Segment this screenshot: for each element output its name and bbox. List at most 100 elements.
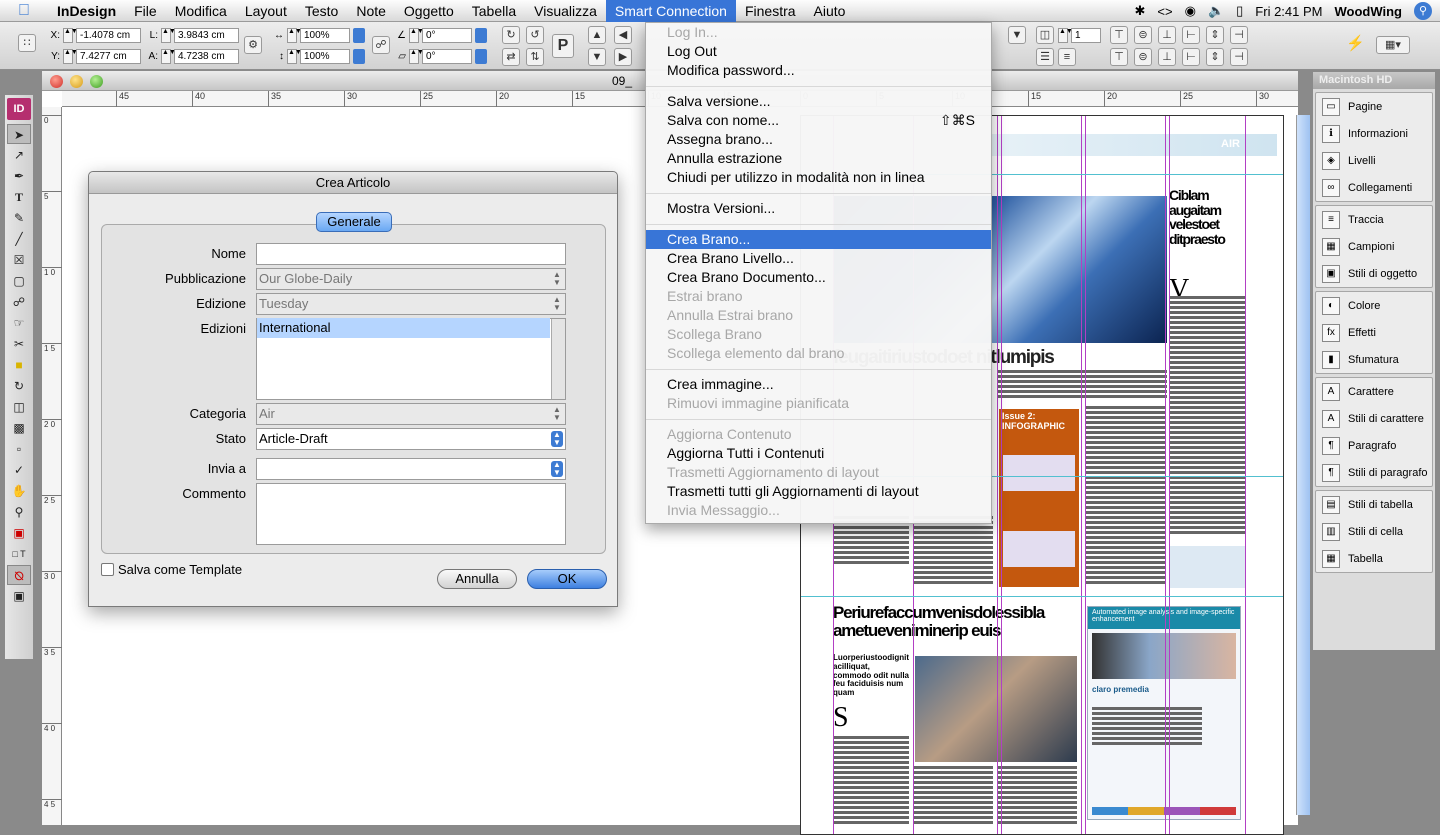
select-container-icon[interactable]: ▲ xyxy=(588,26,606,44)
panel-item[interactable]: ▦ Campioni xyxy=(1316,233,1432,260)
panel-item[interactable]: ≡ Traccia xyxy=(1316,206,1432,233)
text-column[interactable] xyxy=(997,766,1077,826)
stato-select[interactable]: Article-Draft ▲ ▼ xyxy=(256,428,566,450)
constrain-icon[interactable]: ⚙ xyxy=(244,36,262,54)
button-tool-icon[interactable]: ☞ xyxy=(7,313,31,333)
notes-tool-icon[interactable]: ▫ xyxy=(7,439,31,459)
panel-item[interactable]: A Stili di carattere xyxy=(1316,405,1432,432)
text-column[interactable] xyxy=(913,516,993,586)
rectangle-tool-icon[interactable]: ▢ xyxy=(7,271,31,291)
align-vcenter-icon[interactable]: ⊜ xyxy=(1134,26,1152,44)
nome-field[interactable] xyxy=(256,243,566,265)
type-tool-icon[interactable]: T xyxy=(7,187,31,207)
minimize-window-icon[interactable] xyxy=(70,75,83,88)
panel-item[interactable]: A Carattere xyxy=(1316,378,1432,405)
width-value[interactable]: 3.9843 cm xyxy=(174,27,239,43)
menu-item[interactable]: Crea Brano Livello... xyxy=(646,249,991,268)
panel-item[interactable]: ◈ Livelli xyxy=(1316,147,1432,174)
align-left-edge-icon[interactable]: ⊢ xyxy=(1182,26,1200,44)
menu-testo[interactable]: Testo xyxy=(296,0,347,22)
phone-photo[interactable] xyxy=(915,656,1077,762)
scissors-tool-icon[interactable]: ✂ xyxy=(7,334,31,354)
rotate-field[interactable]: ∠ ▲▼ 0° xyxy=(394,27,487,43)
height-value[interactable]: 4.7238 cm xyxy=(174,48,239,64)
panel-item[interactable]: ∞ Collegamenti xyxy=(1316,174,1432,201)
distribute-hcenter-icon[interactable]: ⇕ xyxy=(1206,48,1224,66)
edizioni-item-selected[interactable]: International xyxy=(257,318,550,338)
x-field[interactable]: X: ▲▼ -1.4078 cm xyxy=(48,27,141,43)
clock[interactable]: Fri 2:41 PM xyxy=(1255,4,1322,19)
cancel-button[interactable]: Annulla xyxy=(437,569,517,589)
panel-item[interactable]: ▣ Stili di oggetto xyxy=(1316,260,1432,287)
advertisement[interactable]: Automated image analysis and image-speci… xyxy=(1087,606,1241,820)
edizioni-scrollbar[interactable] xyxy=(551,319,565,399)
text-deck[interactable] xyxy=(997,370,1167,398)
vertical-scrollbar[interactable] xyxy=(1296,115,1310,815)
invia-select[interactable]: ▲ ▼ xyxy=(256,458,566,480)
width-field[interactable]: L: ▲▼ 3.9843 cm xyxy=(146,27,239,43)
menu-layout[interactable]: Layout xyxy=(236,0,296,22)
menu-item[interactable]: Aggiorna Tutti i Contenuti xyxy=(646,444,991,463)
wifi-icon[interactable]: ◉ xyxy=(1185,3,1196,19)
distribute-right-icon[interactable]: ⊣ xyxy=(1230,48,1248,66)
categoria-select[interactable]: Air ▲ ▼ xyxy=(256,403,566,425)
shear-field[interactable]: ▱ ▲▼ 0° xyxy=(394,48,487,64)
panel-item[interactable]: ◐ Colore xyxy=(1316,292,1432,319)
hand-tool-icon[interactable]: ✋ xyxy=(7,481,31,501)
menu-note[interactable]: Note xyxy=(347,0,395,22)
zoom-window-icon[interactable] xyxy=(90,75,103,88)
bluetooth-icon[interactable]: ✱ xyxy=(1135,3,1146,19)
user-name[interactable]: WoodWing xyxy=(1334,4,1402,19)
stroke-style-icon[interactable]: ▼ xyxy=(1008,26,1026,44)
commento-textarea[interactable] xyxy=(256,483,566,545)
y-field[interactable]: Y: ▲▼ 7.4277 cm xyxy=(48,48,141,64)
select-content-icon[interactable]: ▼ xyxy=(588,48,606,66)
align-top-icon[interactable]: ⊤ xyxy=(1110,26,1128,44)
template-checkbox[interactable] xyxy=(101,563,114,576)
distribute-bottom-icon[interactable]: ⊥ xyxy=(1158,48,1176,66)
shear-value[interactable]: 0° xyxy=(422,48,472,64)
align-bottom-icon[interactable]: ⊥ xyxy=(1158,26,1176,44)
menu-oggetto[interactable]: Oggetto xyxy=(395,0,463,22)
quick-apply-icon[interactable]: ⚡ xyxy=(1346,36,1365,54)
flip-h-icon[interactable]: ⇄ xyxy=(502,48,520,66)
view-mode-icon[interactable]: ▣ xyxy=(7,586,31,606)
columns-value[interactable]: 1 xyxy=(1071,27,1101,43)
menu-finestra[interactable]: Finestra xyxy=(736,0,805,22)
pen-tool-icon[interactable]: ✒ xyxy=(7,166,31,186)
align-hcenter-icon[interactable]: ⇕ xyxy=(1206,26,1224,44)
text-column[interactable] xyxy=(1085,406,1165,586)
menu-item[interactable]: Annulla estrazione xyxy=(646,149,991,168)
menu-item[interactable]: Crea Brano... xyxy=(646,230,991,249)
tab-generale[interactable]: Generale xyxy=(316,212,392,232)
zoom-tool-icon[interactable]: ⚲ xyxy=(7,502,31,522)
align-center-icon[interactable]: ≡ xyxy=(1058,48,1076,66)
menu-app[interactable]: InDesign xyxy=(48,0,125,22)
menu-item[interactable]: Crea Brano Documento... xyxy=(646,268,991,287)
columns-field[interactable]: ▲▼ 1 xyxy=(1058,27,1101,43)
menu-item[interactable]: Salva versione... xyxy=(646,92,991,111)
pubblicazione-select[interactable]: Our Globe-Daily ▲ ▼ xyxy=(256,268,566,290)
rectangle-frame-tool-icon[interactable]: ☒ xyxy=(7,250,31,270)
eyedropper-tool-icon[interactable]: ✓ xyxy=(7,460,31,480)
reference-point-icon[interactable]: ∷ xyxy=(18,34,36,52)
scale-x-value[interactable]: 100% xyxy=(300,27,350,43)
align-left-icon[interactable]: ☰ xyxy=(1036,48,1054,66)
menu-item[interactable]: Chiudi per utilizzo in modalità non in l… xyxy=(646,168,991,187)
panel-item[interactable]: ▮ Sfumatura xyxy=(1316,346,1432,373)
menu-file[interactable]: File xyxy=(125,0,166,22)
selection-tool-icon[interactable]: ➤ xyxy=(7,124,31,144)
text-column[interactable] xyxy=(913,766,993,826)
menu-tabella[interactable]: Tabella xyxy=(463,0,525,22)
vertical-ruler[interactable]: 0 5 1 0 1 5 2 0 2 5 3 0 3 5 4 0 4 5 xyxy=(42,107,62,825)
headline-bottom[interactable]: Periurefaccumvenisdolessibla ametuevenim… xyxy=(833,604,1073,640)
height-field[interactable]: A: ▲▼ 4.7238 cm xyxy=(146,48,239,64)
menu-visualizza[interactable]: Visualizza xyxy=(525,0,606,22)
menu-item[interactable]: Crea immagine... xyxy=(646,375,991,394)
menu-item[interactable]: Log Out xyxy=(646,42,991,61)
align-right-edge-icon[interactable]: ⊣ xyxy=(1230,26,1248,44)
panel-item[interactable]: fx Effetti xyxy=(1316,319,1432,346)
y-value[interactable]: 7.4277 cm xyxy=(76,48,141,64)
volume-icon[interactable]: 🔈 xyxy=(1208,3,1224,19)
panel-item[interactable]: ¶ Paragrafo xyxy=(1316,432,1432,459)
